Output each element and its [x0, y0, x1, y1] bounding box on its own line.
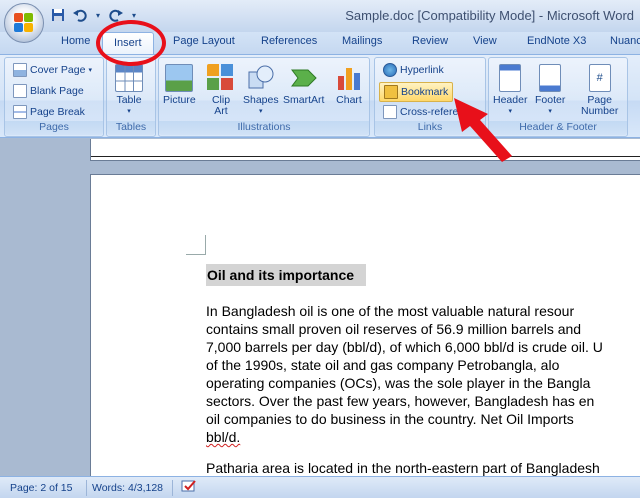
blank-page-button[interactable]: Blank Page [13, 84, 84, 98]
paragraph-line: bbl/d. [206, 429, 241, 445]
paragraph-line: In Bangladesh oil is one of the most val… [206, 303, 575, 319]
status-separator [172, 480, 173, 496]
blank-page-label: Blank Page [30, 85, 84, 97]
shapes-icon [247, 64, 275, 92]
picture-icon [165, 64, 194, 92]
pages-group: Cover Page ▾ Blank Page Page Break Pages [4, 57, 104, 137]
page-break-label: Page Break [30, 106, 85, 118]
tab-review[interactable]: Review [412, 35, 448, 47]
chart-button[interactable]: Chart [335, 64, 363, 106]
page-break-icon [13, 105, 27, 119]
chevron-down-icon: ▾ [127, 108, 131, 115]
chart-icon [335, 64, 363, 92]
bookmark-icon [384, 85, 398, 99]
document-paragraph[interactable]: In Bangladesh oil is one of the most val… [206, 302, 640, 446]
hyperlink-label: Hyperlink [400, 64, 444, 76]
bookmark-label: Bookmark [401, 86, 449, 98]
tables-group: Table ▾ Tables [106, 57, 156, 137]
footer-button[interactable]: Footer ▾ [535, 64, 565, 117]
picture-button[interactable]: Picture [163, 64, 196, 106]
chevron-down-icon: ▾ [259, 108, 263, 115]
status-bar: Page: 2 of 15 Words: 4/3,128 [0, 476, 640, 498]
crop-mark [186, 235, 206, 255]
bookmark-button[interactable]: Bookmark [379, 82, 454, 102]
tab-nuance[interactable]: Nuance [610, 35, 640, 47]
smartart-label: SmartArt [283, 94, 325, 106]
header-icon [499, 64, 522, 92]
document-heading[interactable]: Oil and its importance [206, 264, 366, 286]
pages-group-label: Pages [5, 121, 103, 135]
table-label: Table [116, 94, 142, 106]
document-paragraph-2[interactable]: Patharia area is located in the north-ea… [206, 460, 640, 476]
page-number-icon: # [588, 64, 611, 92]
picture-label: Picture [163, 94, 196, 106]
proofing-icon[interactable] [180, 479, 198, 498]
title-bar: ▾ ▾ Sample.doc [Compatibility Mode] - Mi… [0, 0, 640, 32]
office-button[interactable] [4, 3, 44, 43]
page-count[interactable]: Page: 2 of 15 [10, 482, 72, 494]
paragraph-line: operating companies (OCs), was the sole … [206, 375, 591, 391]
undo-dropdown-icon[interactable]: ▾ [94, 7, 102, 23]
table-icon [115, 64, 143, 92]
annotation-circle [96, 20, 166, 66]
tab-references[interactable]: References [261, 35, 317, 47]
chevron-down-icon: ▾ [88, 67, 92, 74]
paragraph-line: oil companies to do business in the coun… [206, 411, 574, 427]
undo-icon[interactable] [72, 7, 88, 23]
clip-art-label-2: Art [214, 105, 228, 117]
page-number-label-2: Number [581, 105, 619, 117]
chevron-down-icon: ▾ [548, 108, 552, 115]
tab-home[interactable]: Home [61, 35, 90, 47]
tab-mailings[interactable]: Mailings [342, 35, 382, 47]
ribbon: Cover Page ▾ Blank Page Page Break Pages… [0, 54, 640, 138]
cover-page-button[interactable]: Cover Page ▾ [13, 63, 92, 77]
paragraph-line: of the 1990s, state oil and gas company … [206, 357, 560, 373]
window-title: Sample.doc [Compatibility Mode] - Micros… [345, 8, 634, 23]
cross-reference-icon [383, 105, 397, 119]
office-logo-icon [14, 13, 34, 33]
smartart-icon [290, 64, 318, 92]
tab-view[interactable]: View [473, 35, 497, 47]
footer-icon [539, 64, 562, 92]
chart-label: Chart [336, 94, 362, 106]
shapes-label: Shapes [243, 94, 279, 106]
blank-page-icon [13, 84, 27, 98]
illustrations-group: Picture Clip Art Shapes ▾ SmartArt Chart [158, 57, 370, 137]
hyperlink-icon [383, 63, 397, 77]
shapes-button[interactable]: Shapes ▾ [243, 64, 279, 117]
clip-art-button[interactable]: Clip Art [207, 64, 235, 117]
page-break-button[interactable]: Page Break [13, 105, 85, 119]
cover-page-icon [13, 63, 27, 77]
cover-page-label: Cover Page [30, 64, 86, 76]
table-button[interactable]: Table ▾ [115, 64, 143, 117]
paragraph-line: sectors. Over the past few years, howeve… [206, 393, 595, 409]
tables-group-label: Tables [107, 121, 155, 135]
paragraph-line: contains small proven oil reserves of 56… [206, 321, 582, 337]
previous-page [90, 139, 640, 161]
save-icon[interactable] [50, 7, 66, 23]
word-count[interactable]: Words: 4/3,128 [92, 482, 163, 494]
footer-label: Footer [535, 94, 566, 106]
paragraph-line: 7,000 barrels per day (bbl/d), of which … [206, 339, 603, 355]
annotation-arrow [454, 98, 512, 162]
hyperlink-button[interactable]: Hyperlink [383, 63, 444, 77]
page-line [91, 156, 640, 157]
smartart-button[interactable]: SmartArt [283, 64, 324, 106]
illustrations-group-label: Illustrations [159, 121, 369, 135]
tab-page-layout[interactable]: Page Layout [173, 35, 235, 47]
status-separator [86, 480, 87, 496]
tab-endnote[interactable]: EndNote X3 [527, 35, 586, 47]
clip-art-icon [207, 64, 235, 92]
page-number-button[interactable]: # Page Number [581, 64, 618, 117]
